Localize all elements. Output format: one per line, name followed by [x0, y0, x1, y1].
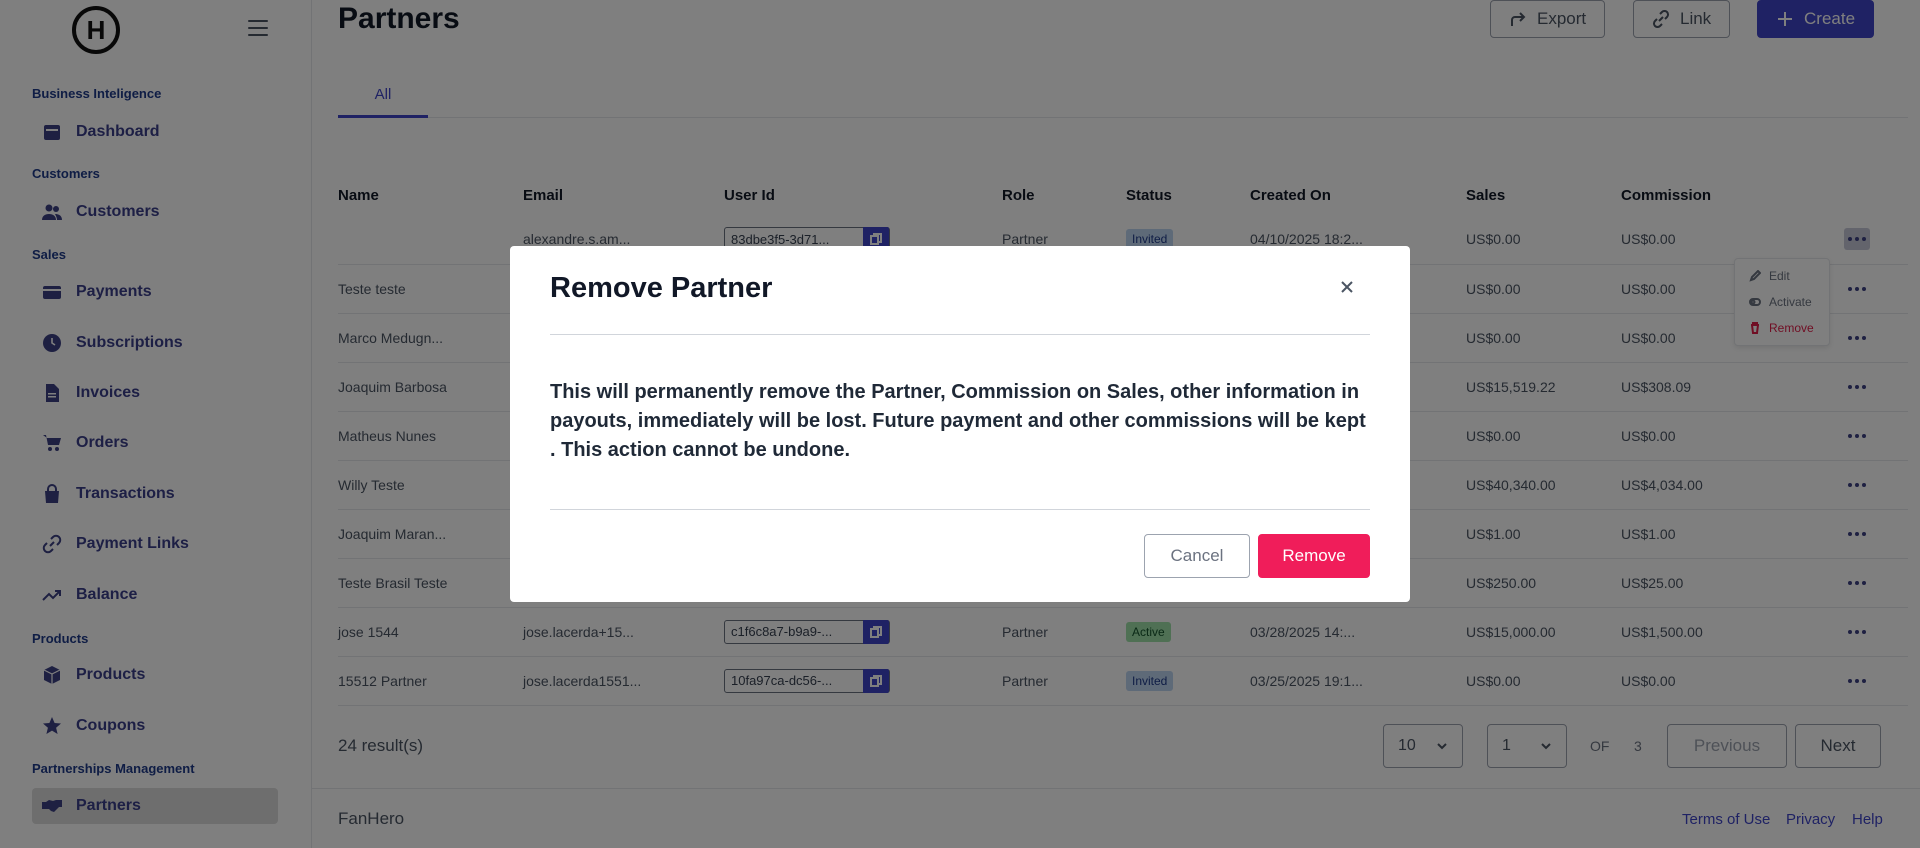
remove-button[interactable]: Remove — [1258, 534, 1370, 578]
cancel-button[interactable]: Cancel — [1144, 534, 1250, 578]
dialog-divider-top — [550, 334, 1370, 335]
dialog-title: Remove Partner — [550, 272, 773, 304]
remove-partner-dialog: Remove Partner This will permanently rem… — [510, 246, 1410, 602]
dialog-divider-bottom — [550, 509, 1370, 510]
dialog-message: This will permanently remove the Partner… — [550, 381, 1366, 461]
close-icon[interactable] — [1340, 280, 1360, 300]
